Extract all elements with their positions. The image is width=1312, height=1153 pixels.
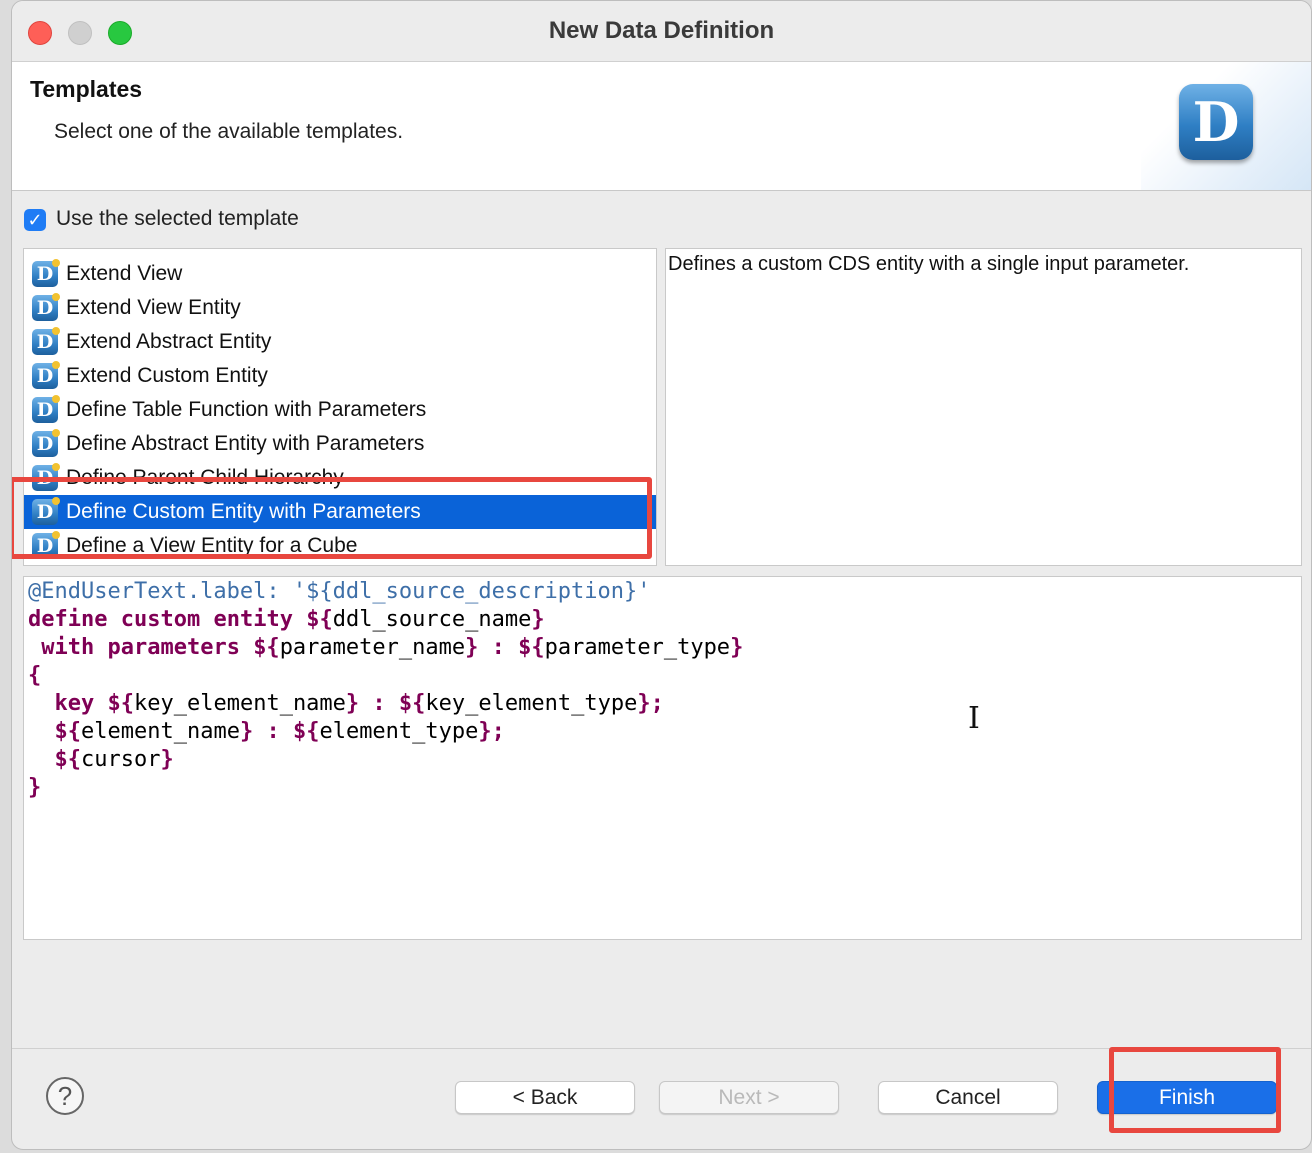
page-title: Templates	[30, 76, 143, 102]
template-list-item[interactable]: D Extend View	[24, 257, 656, 291]
code-line: with parameters ${parameter_name} : ${pa…	[41, 635, 744, 660]
data-definition-template-icon: D	[32, 463, 60, 491]
template-list-item[interactable]: D Define Parent Child Hierarchy	[24, 461, 656, 495]
data-definition-template-icon: D	[32, 429, 60, 457]
window-title: New Data Definition	[548, 17, 775, 44]
template-list-item-label: Define a View Entity for a Cube	[66, 534, 358, 557]
template-list-item-label: Extend View	[66, 262, 183, 285]
data-definition-template-icon: D	[32, 497, 60, 525]
template-list-item[interactable]: D Extend Abstract Entity	[24, 325, 656, 359]
code-line: ${element_name} : ${element_type};	[54, 719, 505, 744]
title-bar: New Data Definition	[12, 1, 1311, 62]
data-definition-template-icon: D	[32, 361, 60, 389]
text-cursor-icon: I	[968, 701, 980, 736]
code-annotation: @EndUserText.label: '${ddl_source_descri…	[28, 579, 651, 604]
footer-divider	[12, 1048, 1311, 1049]
template-list-item[interactable]: D Define Abstract Entity with Parameters	[24, 427, 656, 461]
cancel-button[interactable]: Cancel	[878, 1081, 1058, 1114]
next-button: Next >	[659, 1081, 839, 1114]
use-template-checkbox[interactable]: ✓	[24, 209, 46, 231]
template-description: Defines a custom CDS entity with a singl…	[665, 248, 1302, 566]
use-template-label[interactable]: Use the selected template	[56, 207, 299, 231]
back-button[interactable]: < Back	[455, 1081, 635, 1114]
data-definition-template-icon: D	[32, 259, 60, 287]
wizard-header: Templates Select one of the available te…	[12, 62, 1311, 191]
template-list-item-label: Extend Custom Entity	[66, 364, 268, 387]
template-list-item-label: Define Abstract Entity with Parameters	[66, 432, 425, 455]
template-list-item[interactable]: D Extend View Entity	[24, 291, 656, 325]
dialog-window: New Data Definition Templates Select one…	[11, 0, 1312, 1150]
data-definition-template-icon: D	[32, 293, 60, 321]
template-preview[interactable]: @EndUserText.label: '${ddl_source_descri…	[23, 576, 1302, 940]
code-line: ${cursor}	[54, 747, 174, 772]
page-subtitle: Select one of the available templates.	[54, 120, 404, 143]
finish-button[interactable]: Finish	[1097, 1081, 1277, 1114]
template-list-item[interactable]: D Define Custom Entity with Parameters	[24, 495, 656, 529]
template-list-item[interactable]: D Define a View Entity for a Cube	[24, 529, 656, 563]
code-line: @EndUserText.label: '${ddl_source_descri…	[28, 578, 1297, 606]
template-list-item-label: Extend View Entity	[66, 296, 241, 319]
data-definition-template-icon: D	[32, 531, 60, 559]
code-line: define custom entity ${ddl_source_name}	[28, 607, 545, 632]
code-line: }	[28, 775, 42, 800]
template-list-item[interactable]: D Define Table Function with Parameters	[24, 393, 656, 427]
template-list-item-label: Define Custom Entity with Parameters	[66, 500, 421, 523]
data-definition-template-icon: D	[32, 327, 60, 355]
data-definition-template-icon: D	[32, 395, 60, 423]
template-list[interactable]: D Extend View D Extend View Entity D Extend A…	[23, 248, 657, 566]
template-list-item-label: Extend Abstract Entity	[66, 330, 272, 353]
template-list-item-label: Define Table Function with Parameters	[66, 398, 427, 421]
template-list-item[interactable]: D Extend Custom Entity	[24, 359, 656, 393]
code-line: {	[28, 663, 42, 688]
template-list-item-label: Define Parent Child Hierarchy	[66, 466, 344, 489]
code-line: key ${key_element_name} : ${key_element_…	[54, 691, 664, 716]
help-button[interactable]: ?	[46, 1077, 84, 1115]
data-definition-logo-icon: D	[1179, 84, 1253, 160]
